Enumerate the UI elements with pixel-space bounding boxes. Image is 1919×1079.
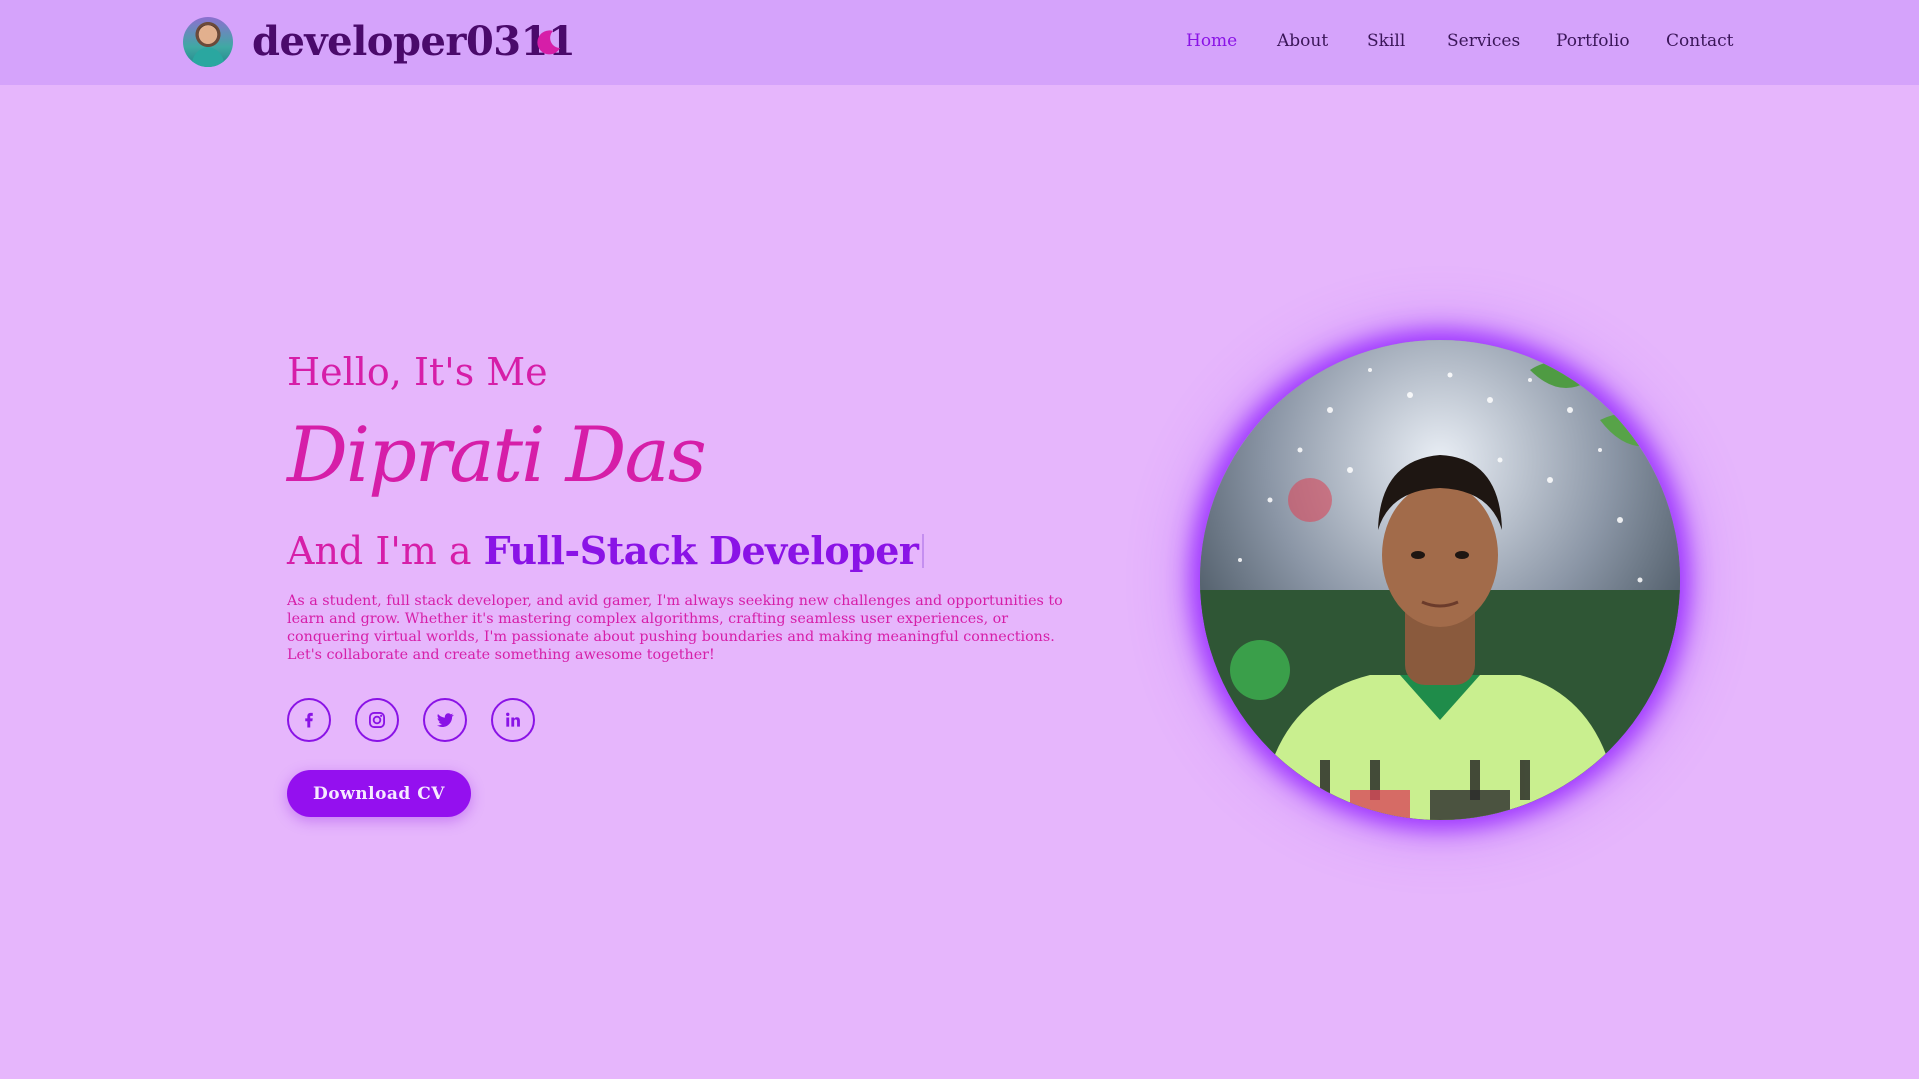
instagram-icon[interactable] [355,698,399,742]
role-prefix: And I'm a [287,529,484,573]
role-typed-text: Full-Stack Developer [483,528,919,573]
hero-greeting: Hello, It's Me [287,350,548,394]
hero-description: As a student, full stack developer, and … [287,593,1063,663]
nav-home[interactable]: Home [1186,31,1237,51]
facebook-icon[interactable] [287,698,331,742]
typing-cursor [922,534,925,568]
nav-portfolio[interactable]: Portfolio [1556,31,1630,51]
hero-role: And I'm a Full-Stack Developer [287,528,925,573]
download-cv-button[interactable]: Download CV [287,770,471,817]
main-nav: Home About Skill Services Portfolio Cont… [0,31,1919,55]
hero-name: Diprati Das [287,410,707,499]
twitter-icon[interactable] [423,698,467,742]
nav-services[interactable]: Services [1447,31,1520,51]
site-header: developer0311 Home About Skill Services … [0,0,1919,85]
nav-contact[interactable]: Contact [1666,31,1734,51]
linkedin-icon[interactable] [491,698,535,742]
nav-skill[interactable]: Skill [1367,31,1405,51]
nav-about[interactable]: About [1277,31,1328,51]
profile-photo [1200,340,1680,820]
